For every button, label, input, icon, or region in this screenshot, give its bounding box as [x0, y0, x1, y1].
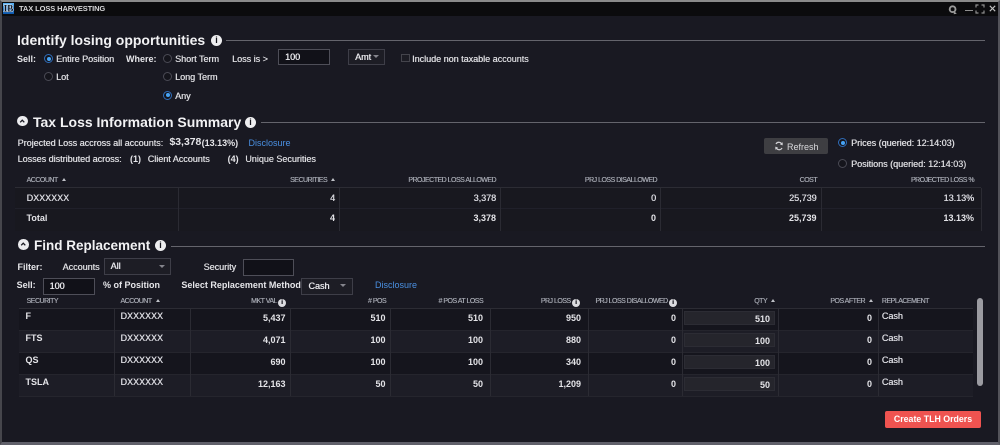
svg-text:IB: IB: [4, 4, 14, 14]
